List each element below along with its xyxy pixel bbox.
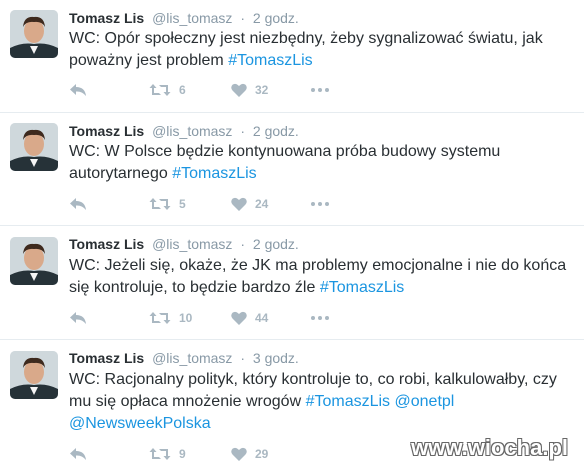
- author-handle[interactable]: @lis_tomasz: [152, 10, 232, 26]
- timestamp[interactable]: 2 godz.: [253, 123, 299, 139]
- heart-icon: [231, 83, 247, 97]
- author-name[interactable]: Tomasz Lis: [69, 10, 144, 26]
- tweet-text: WC: W Polsce będzie kontynuowana próba b…: [69, 141, 569, 185]
- like-count: 32: [255, 83, 269, 97]
- reply-button[interactable]: [69, 197, 149, 211]
- mention-link[interactable]: @onetpl: [395, 393, 455, 410]
- retweet-button[interactable]: 5: [149, 197, 231, 211]
- avatar-image: [10, 10, 58, 58]
- like-button[interactable]: 32: [231, 83, 311, 97]
- avatar-image: [10, 237, 58, 285]
- retweet-icon: [149, 198, 171, 210]
- author-handle[interactable]: @lis_tomasz: [152, 236, 232, 252]
- reply-button[interactable]: [69, 83, 149, 97]
- heart-icon: [231, 447, 247, 461]
- reply-icon: [70, 448, 86, 460]
- like-button[interactable]: 24: [231, 197, 311, 211]
- avatar[interactable]: [10, 123, 58, 171]
- separator: ·: [240, 10, 245, 26]
- like-count: 29: [255, 447, 269, 461]
- separator: ·: [240, 123, 245, 139]
- retweet-button[interactable]: 9: [149, 447, 231, 461]
- timestamp[interactable]: 3 godz.: [253, 350, 299, 366]
- author-handle[interactable]: @lis_tomasz: [152, 350, 232, 366]
- timestamp[interactable]: 2 godz.: [253, 236, 299, 252]
- tweet-text: WC: Opór społeczny jest niezbędny, żeby …: [69, 28, 569, 72]
- tweet-text: WC: Jeżeli się, okaże, że JK ma problemy…: [69, 255, 569, 299]
- hashtag-link[interactable]: #TomaszLis: [172, 165, 256, 182]
- more-button[interactable]: [311, 316, 329, 320]
- author-name[interactable]: Tomasz Lis: [69, 350, 144, 366]
- heart-icon: [231, 311, 247, 325]
- separator: ·: [240, 350, 245, 366]
- reply-button[interactable]: [69, 447, 149, 461]
- avatar[interactable]: [10, 10, 58, 58]
- avatar[interactable]: [10, 237, 58, 285]
- hashtag-link[interactable]: #TomaszLis: [228, 52, 312, 69]
- retweet-icon: [149, 312, 171, 324]
- author-handle[interactable]: @lis_tomasz: [152, 123, 232, 139]
- hashtag-link[interactable]: #TomaszLis: [320, 279, 404, 296]
- separator: ·: [240, 236, 245, 252]
- tweet-actions: 5 24: [69, 194, 329, 214]
- tweet-actions: 10 44: [69, 308, 329, 328]
- retweet-count: 5: [179, 197, 186, 211]
- retweet-icon: [149, 84, 171, 96]
- tweet-text: WC: Racjonalny polityk, który kontroluje…: [69, 369, 569, 435]
- like-button[interactable]: 29: [231, 447, 311, 461]
- mention-link[interactable]: @NewsweekPolska: [69, 415, 211, 432]
- reply-button[interactable]: [69, 311, 149, 325]
- reply-icon: [70, 198, 86, 210]
- like-count: 44: [255, 311, 269, 325]
- tweet-text-body: WC: Jeżeli się, okaże, że JK ma problemy…: [69, 257, 567, 296]
- tweet-actions: 9 29: [69, 444, 311, 464]
- heart-icon: [231, 197, 247, 211]
- more-icon: [311, 202, 329, 206]
- avatar-image: [10, 351, 58, 399]
- more-icon: [311, 316, 329, 320]
- tweet[interactable]: Tomasz Lis @lis_tomasz · 2 godz. WC: W P…: [0, 113, 584, 226]
- retweet-icon: [149, 448, 171, 460]
- avatar[interactable]: [10, 351, 58, 399]
- hashtag-link[interactable]: #TomaszLis: [306, 393, 390, 410]
- author-name[interactable]: Tomasz Lis: [69, 123, 144, 139]
- like-button[interactable]: 44: [231, 311, 311, 325]
- retweet-count: 6: [179, 83, 186, 97]
- more-button[interactable]: [311, 202, 329, 206]
- tweet-actions: 6 32: [69, 80, 329, 100]
- tweet[interactable]: Tomasz Lis @lis_tomasz · 2 godz. WC: Opó…: [0, 0, 584, 113]
- author-name[interactable]: Tomasz Lis: [69, 236, 144, 252]
- retweet-button[interactable]: 10: [149, 311, 231, 325]
- retweet-button[interactable]: 6: [149, 83, 231, 97]
- like-count: 24: [255, 197, 269, 211]
- more-button[interactable]: [311, 88, 329, 92]
- timestamp[interactable]: 2 godz.: [253, 10, 299, 26]
- tweet[interactable]: Tomasz Lis @lis_tomasz · 2 godz. WC: Jeż…: [0, 226, 584, 340]
- tweet-text-body: WC: W Polsce będzie kontynuowana próba b…: [69, 143, 501, 182]
- reply-icon: [70, 84, 86, 96]
- avatar-image: [10, 123, 58, 171]
- more-icon: [311, 88, 329, 92]
- retweet-count: 9: [179, 447, 186, 461]
- retweet-count: 10: [179, 311, 193, 325]
- watermark: www.wiocha.pl: [411, 435, 568, 460]
- reply-icon: [70, 312, 86, 324]
